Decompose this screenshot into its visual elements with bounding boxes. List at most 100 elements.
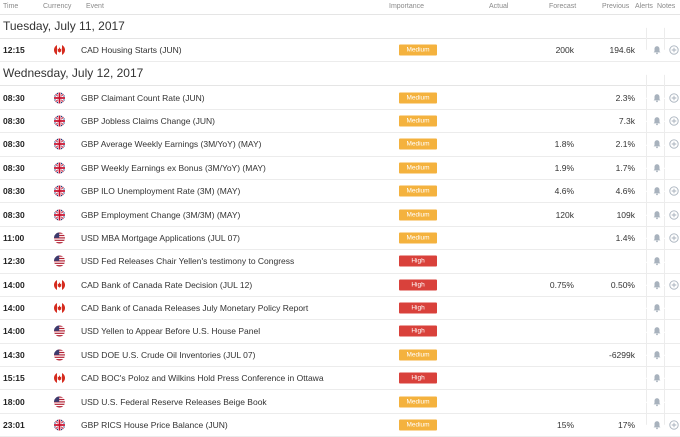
column-divider	[646, 285, 647, 309]
column-notes[interactable]: Notes	[657, 3, 675, 10]
event-name[interactable]: USD Fed Releases Chair Yellen's testimon…	[81, 256, 294, 266]
column-alerts[interactable]: Alerts	[635, 3, 653, 10]
add-note-icon[interactable]	[669, 45, 679, 55]
event-time: 14:30	[3, 349, 25, 360]
column-event[interactable]: Event	[86, 3, 104, 10]
bell-icon[interactable]	[652, 303, 662, 313]
event-time: 14:00	[3, 279, 25, 290]
gbp-flag-icon	[54, 209, 65, 221]
column-divider	[664, 121, 665, 145]
add-note-icon[interactable]	[669, 209, 679, 220]
event-row[interactable]: 11:00 USD MBA Mortgage Applications (JUL …	[0, 215, 680, 251]
bell-icon[interactable]	[652, 373, 662, 383]
column-actual[interactable]: Actual	[489, 3, 508, 10]
add-note-icon[interactable]	[669, 233, 679, 243]
column-divider	[646, 75, 647, 98]
event-name[interactable]: GBP ILO Unemployment Rate (3M) (MAY)	[81, 186, 240, 196]
bell-icon[interactable]	[652, 210, 662, 220]
column-forecast[interactable]: Forecast	[549, 3, 576, 10]
event-row[interactable]: 14:00 CAD Bank of Canada Rate Decision (J…	[0, 262, 680, 297]
event-row[interactable]: 14:30 USD DOE U.S. Crude Oil Inventories …	[0, 332, 680, 368]
column-divider	[664, 285, 665, 309]
event-row[interactable]: 23:01 GBP RICS House Price Balance (JUN) M…	[0, 402, 680, 437]
event-time: 23:01	[3, 420, 25, 431]
add-note-icon[interactable]	[669, 116, 679, 126]
add-note-icon[interactable]	[669, 139, 679, 150]
previous-value: 2.3%	[615, 92, 635, 103]
importance-badge: Medium	[399, 92, 437, 104]
add-note-icon[interactable]	[669, 186, 679, 196]
previous-value: 1.4%	[615, 232, 635, 243]
event-row[interactable]: 14:00 CAD Bank of Canada Releases July Mo…	[0, 285, 680, 321]
add-note-icon[interactable]	[669, 280, 679, 290]
bell-icon[interactable]	[652, 397, 662, 407]
event-time: 08:30	[3, 162, 25, 173]
event-name[interactable]: CAD Bank of Canada Rate Decision (JUL 12…	[81, 280, 252, 290]
event-name[interactable]: USD MBA Mortgage Applications (JUL 07)	[81, 233, 240, 243]
event-name[interactable]: GBP Jobless Claims Change (JUN)	[81, 116, 215, 126]
event-row[interactable]: 08:30 GBP Claimant Count Rate (JUN) Medium…	[0, 75, 680, 110]
bell-icon[interactable]	[652, 139, 662, 149]
event-row[interactable]: 08:30 GBP ILO Unemployment Rate (3M) (MAY…	[0, 168, 680, 204]
event-row[interactable]: 12:15 CAD Housing Starts (JUN) Medium 200k 1…	[0, 27, 680, 63]
bell-icon[interactable]	[652, 280, 662, 290]
event-time: 14:00	[3, 303, 25, 314]
event-name[interactable]: GBP Claimant Count Rate (JUN)	[81, 93, 205, 103]
importance-badge: Medium	[399, 209, 437, 221]
add-note-icon[interactable]	[669, 92, 679, 103]
event-name[interactable]: USD DOE U.S. Crude Oil Inventories (JUL …	[81, 350, 255, 360]
event-time: 08:30	[3, 209, 25, 220]
column-importance[interactable]: Importance	[389, 3, 424, 10]
importance-badge: Medium	[399, 162, 437, 174]
event-row[interactable]: 12:30 USD Fed Releases Chair Yellen's tes…	[0, 238, 680, 274]
bell-icon[interactable]	[652, 420, 662, 430]
gbp-flag-icon	[54, 185, 65, 197]
bell-icon[interactable]	[652, 256, 662, 266]
bell-icon[interactable]	[652, 116, 662, 126]
bell-icon[interactable]	[652, 326, 662, 336]
previous-value: 0.50%	[610, 279, 635, 290]
event-row[interactable]: 08:30 GBP Employment Change (3M/3M) (MAY)…	[0, 192, 680, 227]
event-name[interactable]: GBP Average Weekly Earnings (3M/YoY) (MA…	[81, 139, 261, 149]
event-name[interactable]: CAD Bank of Canada Releases July Monetar…	[81, 303, 308, 313]
event-name[interactable]: CAD BOC's Poloz and Wilkins Hold Press C…	[81, 373, 324, 383]
event-name[interactable]: GBP RICS House Price Balance (JUN)	[81, 420, 228, 430]
event-row[interactable]: 08:30 GBP Weekly Earnings ex Bonus (3M/Yo…	[0, 145, 680, 180]
event-row[interactable]: 08:30 GBP Jobless Claims Change (JUN) Medi…	[0, 98, 680, 134]
calendar-header: Time Currency Event Importance Actual Fo…	[0, 0, 680, 15]
column-currency[interactable]: Currency	[43, 3, 71, 10]
event-row[interactable]: 08:30 GBP Average Weekly Earnings (3M/YoY…	[0, 121, 680, 157]
event-row[interactable]: 18:00 USD U.S. Federal Reserve Releases B…	[0, 379, 680, 414]
event-row[interactable]: 14:00 USD Yellen to Appear Before U.S. Ho…	[0, 309, 680, 344]
cad-flag-icon	[54, 372, 65, 384]
forecast-value: 15%	[556, 420, 574, 431]
bell-icon[interactable]	[652, 186, 662, 196]
column-time[interactable]: Time	[3, 3, 18, 10]
event-name[interactable]: GBP Weekly Earnings ex Bonus (3M/YoY) (M…	[81, 163, 266, 173]
bell-icon[interactable]	[652, 163, 662, 173]
bell-icon[interactable]	[652, 93, 662, 103]
bell-icon[interactable]	[652, 350, 662, 360]
cad-flag-icon	[54, 44, 65, 56]
forecast-value: 1.8%	[554, 139, 574, 150]
importance-badge: High	[399, 302, 437, 314]
bell-icon[interactable]	[652, 45, 662, 55]
bell-icon[interactable]	[652, 233, 662, 243]
column-previous[interactable]: Previous	[602, 3, 629, 10]
column-divider	[664, 309, 665, 332]
importance-badge: Medium	[399, 44, 437, 56]
event-time: 08:30	[3, 92, 25, 103]
event-name[interactable]: USD Yellen to Appear Before U.S. House P…	[81, 326, 260, 336]
previous-value: 7.3k	[618, 115, 635, 126]
add-note-icon[interactable]	[669, 420, 679, 430]
event-name[interactable]: GBP Employment Change (3M/3M) (MAY)	[81, 210, 240, 220]
event-name[interactable]: USD U.S. Federal Reserve Releases Beige …	[81, 397, 267, 407]
importance-badge: Medium	[399, 138, 437, 150]
usd-flag-icon	[54, 325, 65, 337]
column-divider	[646, 215, 647, 238]
column-divider	[664, 379, 665, 402]
event-name[interactable]: CAD Housing Starts (JUN)	[81, 45, 182, 55]
event-row[interactable]: 15:15 CAD BOC's Poloz and Wilkins Hold Pr…	[0, 355, 680, 391]
importance-badge: High	[399, 372, 437, 384]
importance-badge: High	[399, 255, 437, 267]
